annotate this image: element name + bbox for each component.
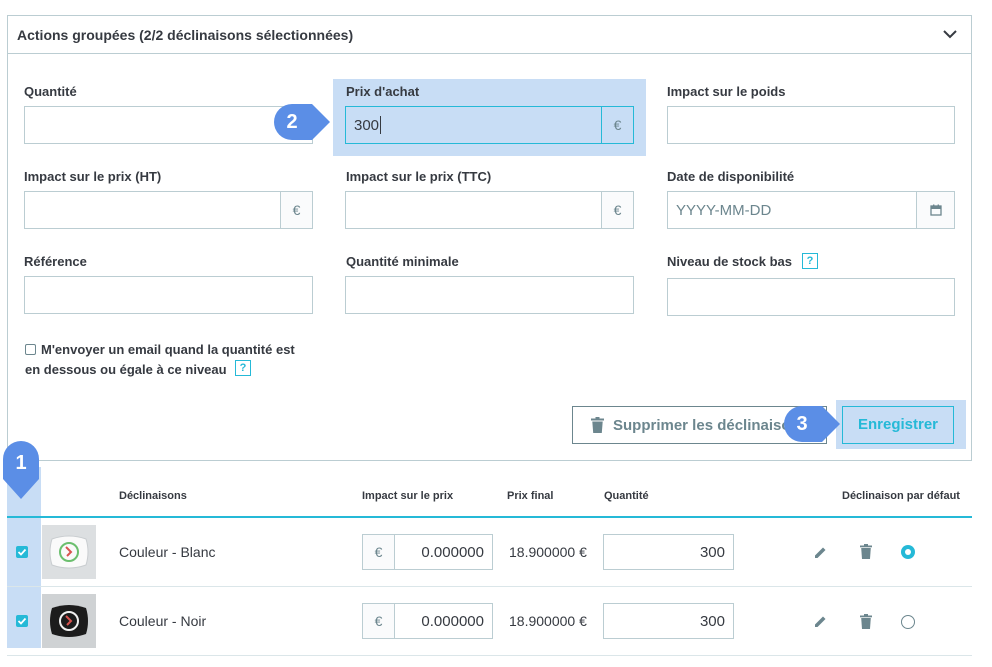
trash-icon[interactable]	[860, 544, 872, 559]
reference-input[interactable]	[24, 276, 313, 314]
currency-addon: €	[280, 192, 312, 228]
help-icon[interactable]: ?	[235, 360, 251, 376]
impact-prix-ht-input[interactable]: €	[24, 191, 313, 229]
header-declinaisons[interactable]: Déclinaisons	[119, 490, 187, 502]
delete-button-label: Supprimer les déclinaisons	[613, 417, 809, 434]
step-marker-3: 3	[784, 406, 840, 446]
date-dispo-label: Date de disponibilité	[667, 169, 795, 184]
reference-label: Référence	[24, 254, 87, 269]
chevron-down-icon[interactable]	[943, 29, 957, 39]
header-quantite[interactable]: Quantité	[604, 490, 649, 502]
help-icon[interactable]: ?	[802, 253, 818, 269]
row-checkbox[interactable]	[16, 615, 28, 627]
prix-achat-label: Prix d'achat	[346, 84, 420, 99]
trash-icon	[591, 417, 604, 433]
impact-prix-ttc-label: Impact sur le prix (TTC)	[346, 169, 492, 184]
impact-poids-label: Impact sur le poids	[667, 84, 786, 99]
impact-price-input[interactable]: € 0.000000	[362, 534, 493, 570]
quantity-input[interactable]: 300	[603, 603, 734, 639]
stock-bas-label: Niveau de stock bas	[667, 254, 792, 269]
panel-header[interactable]: Actions groupées (2/2 déclinaisons sélec…	[8, 16, 971, 54]
header-prix-final[interactable]: Prix final	[507, 490, 553, 502]
email-alert-line2: en dessous ou égale à ce niveau	[25, 362, 227, 377]
stock-bas-input[interactable]	[667, 278, 955, 316]
impact-poids-input[interactable]	[667, 106, 955, 144]
quantite-label: Quantité	[24, 84, 77, 99]
final-price: 18.900000 €	[509, 544, 587, 560]
default-radio[interactable]	[901, 615, 915, 629]
row-checkbox[interactable]	[16, 546, 28, 558]
default-radio-selected[interactable]	[901, 545, 915, 559]
header-impact-prix[interactable]: Impact sur le prix	[362, 490, 453, 502]
impact-prix-ht-label: Impact sur le prix (HT)	[24, 169, 162, 184]
final-price: 18.900000 €	[509, 613, 587, 629]
email-alert-line1: M'envoyer un email quand la quantité est	[41, 342, 295, 357]
row-divider	[7, 655, 972, 656]
currency-addon: €	[601, 192, 633, 228]
date-placeholder: YYYY-MM-DD	[676, 202, 772, 219]
header-par-defaut[interactable]: Déclinaison par défaut	[842, 490, 960, 502]
prix-achat-input[interactable]: 300 €	[345, 106, 634, 144]
quantity-input[interactable]: 300	[603, 534, 734, 570]
row-divider	[7, 586, 972, 587]
product-thumbnail	[42, 594, 96, 648]
save-button[interactable]: Enregistrer	[842, 406, 954, 444]
edit-icon[interactable]	[813, 614, 828, 629]
impact-prix-ttc-input[interactable]: €	[345, 191, 634, 229]
email-alert-option: M'envoyer un email quand la quantité est…	[25, 340, 315, 380]
prix-achat-value: 300	[354, 117, 380, 134]
edit-icon[interactable]	[813, 545, 828, 560]
product-thumbnail	[42, 525, 96, 579]
step-marker-2: 2	[274, 104, 330, 144]
text-cursor	[380, 116, 381, 134]
row-name: Couleur - Noir	[119, 613, 207, 629]
row-name: Couleur - Blanc	[119, 544, 216, 560]
step-marker-1: 1	[3, 441, 43, 499]
date-dispo-input[interactable]: YYYY-MM-DD	[667, 191, 955, 229]
quantite-min-input[interactable]	[345, 276, 634, 314]
impact-price-input[interactable]: € 0.000000	[362, 603, 493, 639]
panel-title: Actions groupées (2/2 déclinaisons sélec…	[17, 27, 354, 43]
email-alert-checkbox[interactable]	[25, 344, 36, 355]
trash-icon[interactable]	[860, 614, 872, 629]
calendar-icon[interactable]	[916, 192, 954, 228]
table-header-divider	[7, 516, 972, 518]
quantite-input[interactable]	[24, 106, 313, 144]
quantite-min-label: Quantité minimale	[346, 254, 459, 269]
currency-addon: €	[601, 107, 633, 143]
